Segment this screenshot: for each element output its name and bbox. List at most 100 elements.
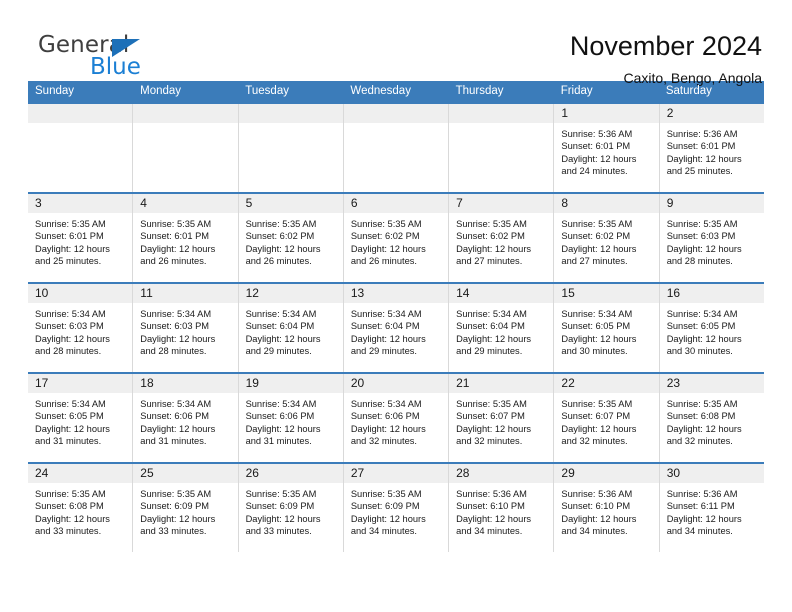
- page-header: General Blue November 2024 Caxito, Bengo…: [28, 0, 764, 86]
- sunset-text: Sunset: 6:09 PM: [350, 501, 420, 512]
- weekday-header-thursday: Thursday: [455, 85, 504, 97]
- day-number: 29: [554, 464, 659, 483]
- daylight-text: Daylight: 12 hours and 34 minutes.: [666, 513, 742, 537]
- day-cell[interactable]: 19 Sunrise: 5:34 AM Sunset: 6:06 PM Dayl…: [238, 374, 344, 462]
- day-cell[interactable]: 10 Sunrise: 5:34 AM Sunset: 6:03 PM Dayl…: [28, 284, 134, 372]
- daylight-text: Daylight: 12 hours and 29 minutes.: [456, 333, 532, 357]
- day-cell[interactable]: 17 Sunrise: 5:34 AM Sunset: 6:05 PM Dayl…: [28, 374, 134, 462]
- sunset-text: Sunset: 6:05 PM: [561, 321, 631, 332]
- sunset-text: Sunset: 6:01 PM: [561, 141, 631, 152]
- day-number: 19: [238, 374, 343, 393]
- sunrise-text: Sunrise: 5:34 AM: [350, 309, 422, 319]
- sunset-text: Sunset: 6:04 PM: [456, 321, 525, 332]
- brand-logo[interactable]: General Blue: [28, 30, 178, 84]
- day-cell[interactable]: 3 Sunrise: 5:35 AM Sunset: 6:01 PM Dayli…: [28, 194, 134, 282]
- day-cell[interactable]: 1 Sunrise: 5:36 AM Sunset: 6:01 PM Dayli…: [554, 104, 660, 192]
- day-info: [28, 123, 132, 128]
- day-cell[interactable]: 12 Sunrise: 5:34 AM Sunset: 6:04 PM Dayl…: [238, 284, 344, 372]
- day-number: 20: [343, 374, 449, 393]
- day-cell[interactable]: 27 Sunrise: 5:35 AM Sunset: 6:09 PM Dayl…: [343, 464, 450, 552]
- daylight-text: Daylight: 12 hours and 26 minutes.: [350, 243, 426, 267]
- daylight-text: Daylight: 12 hours and 32 minutes.: [561, 423, 637, 447]
- sunset-text: Sunset: 6:07 PM: [456, 411, 525, 422]
- day-cell[interactable]: 18 Sunrise: 5:34 AM Sunset: 6:06 PM Dayl…: [133, 374, 239, 462]
- day-number: [28, 104, 133, 123]
- day-info: Sunrise: 5:35 AM Sunset: 6:01 PM Dayligh…: [133, 213, 237, 268]
- day-info: Sunrise: 5:35 AM Sunset: 6:07 PM Dayligh…: [449, 393, 553, 448]
- day-cell[interactable]: 11 Sunrise: 5:34 AM Sunset: 6:03 PM Dayl…: [133, 284, 239, 372]
- day-cell[interactable]: 23 Sunrise: 5:35 AM Sunset: 6:08 PM Dayl…: [659, 374, 764, 462]
- day-cell[interactable]: [28, 104, 134, 192]
- sunset-text: Sunset: 6:09 PM: [245, 501, 315, 512]
- day-cell[interactable]: 30 Sunrise: 5:36 AM Sunset: 6:11 PM Dayl…: [659, 464, 764, 552]
- sunrise-text: Sunrise: 5:36 AM: [666, 129, 738, 139]
- day-number: 11: [133, 284, 238, 303]
- day-cell[interactable]: 20 Sunrise: 5:34 AM Sunset: 6:06 PM Dayl…: [343, 374, 450, 462]
- day-info: Sunrise: 5:35 AM Sunset: 6:01 PM Dayligh…: [28, 213, 132, 268]
- day-cell[interactable]: 14 Sunrise: 5:34 AM Sunset: 6:04 PM Dayl…: [449, 284, 555, 372]
- day-info: Sunrise: 5:35 AM Sunset: 6:02 PM Dayligh…: [344, 213, 448, 268]
- sunset-text: Sunset: 6:06 PM: [140, 411, 210, 422]
- day-cell[interactable]: 4 Sunrise: 5:35 AM Sunset: 6:01 PM Dayli…: [133, 194, 239, 282]
- calendar-grid: Sunday Monday Tuesday Wednesday Thursday…: [28, 81, 764, 552]
- day-cell[interactable]: 15 Sunrise: 5:34 AM Sunset: 6:05 PM Dayl…: [554, 284, 660, 372]
- day-number: 6: [343, 194, 449, 213]
- day-cell[interactable]: [343, 104, 450, 192]
- day-number: 1: [554, 104, 659, 123]
- day-number: 2: [659, 104, 764, 123]
- week-row: 3 Sunrise: 5:35 AM Sunset: 6:01 PM Dayli…: [28, 192, 764, 282]
- daylight-text: Daylight: 12 hours and 34 minutes.: [350, 513, 426, 537]
- daylight-text: Daylight: 12 hours and 31 minutes.: [35, 423, 110, 447]
- week-row: 24 Sunrise: 5:35 AM Sunset: 6:08 PM Dayl…: [28, 462, 764, 552]
- sunrise-text: Sunrise: 5:35 AM: [140, 489, 212, 499]
- sunrise-text: Sunrise: 5:35 AM: [245, 489, 317, 499]
- day-info: Sunrise: 5:34 AM Sunset: 6:05 PM Dayligh…: [660, 303, 764, 358]
- day-cell[interactable]: 5 Sunrise: 5:35 AM Sunset: 6:02 PM Dayli…: [238, 194, 344, 282]
- sunset-text: Sunset: 6:04 PM: [245, 321, 315, 332]
- weekday-header-wednesday: Wednesday: [350, 85, 411, 97]
- day-cell[interactable]: 9 Sunrise: 5:35 AM Sunset: 6:03 PM Dayli…: [659, 194, 764, 282]
- day-cell[interactable]: 28 Sunrise: 5:36 AM Sunset: 6:10 PM Dayl…: [449, 464, 555, 552]
- day-cell[interactable]: 21 Sunrise: 5:35 AM Sunset: 6:07 PM Dayl…: [449, 374, 555, 462]
- sunrise-text: Sunrise: 5:35 AM: [245, 219, 317, 229]
- day-cell[interactable]: 7 Sunrise: 5:35 AM Sunset: 6:02 PM Dayli…: [449, 194, 555, 282]
- daylight-text: Daylight: 12 hours and 32 minutes.: [456, 423, 532, 447]
- day-number: 22: [554, 374, 659, 393]
- week-row: 1 Sunrise: 5:36 AM Sunset: 6:01 PM Dayli…: [28, 102, 764, 192]
- day-info: Sunrise: 5:34 AM Sunset: 6:03 PM Dayligh…: [28, 303, 132, 358]
- day-cell[interactable]: 13 Sunrise: 5:34 AM Sunset: 6:04 PM Dayl…: [343, 284, 450, 372]
- weekday-header-row: Sunday Monday Tuesday Wednesday Thursday…: [28, 81, 764, 102]
- sunrise-text: Sunrise: 5:35 AM: [35, 219, 106, 229]
- day-cell[interactable]: 25 Sunrise: 5:35 AM Sunset: 6:09 PM Dayl…: [133, 464, 239, 552]
- day-cell[interactable]: [449, 104, 555, 192]
- weekday-header-tuesday: Tuesday: [245, 85, 289, 97]
- day-info: Sunrise: 5:36 AM Sunset: 6:01 PM Dayligh…: [554, 123, 658, 178]
- day-number: 25: [133, 464, 238, 483]
- daylight-text: Daylight: 12 hours and 33 minutes.: [140, 513, 216, 537]
- day-cell[interactable]: 22 Sunrise: 5:35 AM Sunset: 6:07 PM Dayl…: [554, 374, 660, 462]
- day-info: Sunrise: 5:36 AM Sunset: 6:11 PM Dayligh…: [660, 483, 764, 538]
- title-block: November 2024 Caxito, Bengo, Angola: [570, 30, 764, 88]
- day-info: Sunrise: 5:35 AM Sunset: 6:02 PM Dayligh…: [554, 213, 658, 268]
- sunrise-text: Sunrise: 5:34 AM: [456, 309, 527, 319]
- sunrise-text: Sunrise: 5:34 AM: [35, 309, 106, 319]
- day-cell[interactable]: [238, 104, 344, 192]
- day-info: Sunrise: 5:35 AM Sunset: 6:09 PM Dayligh…: [239, 483, 343, 538]
- day-cell[interactable]: 6 Sunrise: 5:35 AM Sunset: 6:02 PM Dayli…: [343, 194, 450, 282]
- day-info: [449, 123, 553, 128]
- day-cell[interactable]: 8 Sunrise: 5:35 AM Sunset: 6:02 PM Dayli…: [554, 194, 660, 282]
- day-cell[interactable]: 24 Sunrise: 5:35 AM Sunset: 6:08 PM Dayl…: [28, 464, 134, 552]
- daylight-text: Daylight: 12 hours and 30 minutes.: [561, 333, 637, 357]
- sunset-text: Sunset: 6:10 PM: [456, 501, 525, 512]
- day-cell[interactable]: 16 Sunrise: 5:34 AM Sunset: 6:05 PM Dayl…: [659, 284, 764, 372]
- day-cell[interactable]: 29 Sunrise: 5:36 AM Sunset: 6:10 PM Dayl…: [554, 464, 660, 552]
- day-info: Sunrise: 5:34 AM Sunset: 6:03 PM Dayligh…: [133, 303, 237, 358]
- day-info: [344, 123, 448, 128]
- day-cell[interactable]: 26 Sunrise: 5:35 AM Sunset: 6:09 PM Dayl…: [238, 464, 344, 552]
- day-number: 28: [449, 464, 554, 483]
- day-cell[interactable]: [133, 104, 239, 192]
- day-cell[interactable]: 2 Sunrise: 5:36 AM Sunset: 6:01 PM Dayli…: [659, 104, 764, 192]
- sunrise-text: Sunrise: 5:34 AM: [140, 399, 212, 409]
- sunset-text: Sunset: 6:05 PM: [35, 411, 104, 422]
- sunset-text: Sunset: 6:03 PM: [140, 321, 210, 332]
